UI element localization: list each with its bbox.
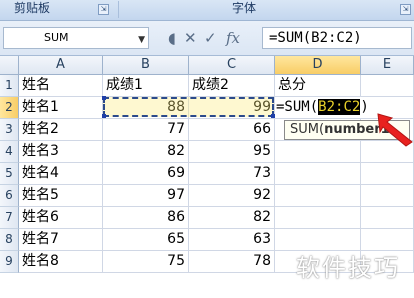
row-header[interactable]: 9 <box>0 251 19 273</box>
table-cell[interactable]: 92 <box>189 185 275 207</box>
cancel-icon[interactable]: ✕ <box>184 27 197 49</box>
name-box-value: SUM <box>44 31 69 44</box>
row-header[interactable]: 6 <box>0 185 19 207</box>
table-cell[interactable]: 66 <box>189 119 275 141</box>
row-header[interactable]: 5 <box>0 163 19 185</box>
table-cell[interactable]: 姓名4 <box>19 163 103 185</box>
ribbon-group-font: 字体 <box>232 1 257 15</box>
table-cell[interactable] <box>275 141 361 163</box>
table-cell[interactable]: 成绩1 <box>103 75 189 97</box>
range-handle[interactable] <box>271 114 275 118</box>
table-cell[interactable]: 姓名8 <box>19 251 103 273</box>
table-cell[interactable]: 姓名3 <box>19 141 103 163</box>
table-cell[interactable]: 78 <box>189 251 275 273</box>
table-cell[interactable] <box>275 163 361 185</box>
ribbon-separator <box>118 1 119 18</box>
table-cell[interactable]: 95 <box>189 141 275 163</box>
range-handle[interactable] <box>102 114 106 118</box>
edit-formula-prefix: =SUM( <box>276 99 319 115</box>
select-all-corner[interactable] <box>0 56 19 75</box>
table-cell[interactable] <box>275 185 361 207</box>
table-cell[interactable]: 总分 <box>275 75 361 97</box>
scroll-icon: ◖ <box>168 29 176 47</box>
table-cell[interactable]: 姓名5 <box>19 185 103 207</box>
table-cell[interactable]: 73 <box>189 163 275 185</box>
table-cell[interactable] <box>275 207 361 229</box>
table-cell[interactable]: 姓名1 <box>19 97 103 119</box>
row-header[interactable]: 1 <box>0 75 19 97</box>
table-cell[interactable]: 成绩2 <box>189 75 275 97</box>
row-header[interactable]: 4 <box>0 141 19 163</box>
dialog-launcher-icon[interactable]: ⇲ <box>98 4 109 15</box>
table-cell[interactable]: 75 <box>103 251 189 273</box>
edit-formula-range: B2:C2 <box>318 99 361 115</box>
chevron-down-icon[interactable]: ▼ <box>138 30 145 50</box>
reference-range-marquee <box>102 96 275 118</box>
row-header[interactable]: 3 <box>0 119 19 141</box>
table-cell[interactable] <box>361 75 414 97</box>
insert-function-icon[interactable]: fx <box>226 27 240 49</box>
column-header-e[interactable]: E <box>361 56 414 75</box>
column-header-a[interactable]: A <box>19 56 103 75</box>
column-header-c[interactable]: C <box>189 56 275 75</box>
range-handle[interactable] <box>102 96 106 100</box>
edit-formula-suffix: ) <box>360 99 369 115</box>
enter-icon[interactable]: ✓ <box>204 27 217 49</box>
table-cell[interactable]: 82 <box>189 207 275 229</box>
table-cell[interactable]: 82 <box>103 141 189 163</box>
row-header[interactable]: 7 <box>0 207 19 229</box>
name-box[interactable]: SUM ▼ <box>3 27 149 49</box>
formula-bar: SUM ▼ ◖ ✕ ✓ fx =SUM(B2:C2) <box>0 21 414 56</box>
formula-buttons: ◖ ✕ ✓ fx <box>168 27 256 49</box>
table-cell[interactable]: 77 <box>103 119 189 141</box>
table-cell[interactable]: 69 <box>103 163 189 185</box>
column-header-d[interactable]: D <box>275 56 361 75</box>
table-cell[interactable] <box>361 185 414 207</box>
table-cell[interactable]: 65 <box>103 229 189 251</box>
table-cell[interactable]: 97 <box>103 185 189 207</box>
table-cell[interactable]: 姓名7 <box>19 229 103 251</box>
arrow-shape <box>377 113 413 147</box>
watermark-text: 软件技巧 <box>296 254 400 282</box>
table-cell[interactable]: 63 <box>189 229 275 251</box>
column-header-b[interactable]: B <box>103 56 189 75</box>
ribbon: 剪贴板 ⇲ 字体 ⇲ <box>0 0 414 21</box>
dialog-launcher-icon[interactable]: ⇲ <box>400 4 411 15</box>
table-cell[interactable]: 86 <box>103 207 189 229</box>
row-header[interactable]: 8 <box>0 229 19 251</box>
table-cell[interactable]: 姓名2 <box>19 119 103 141</box>
ribbon-group-clipboard: 剪贴板 <box>14 1 51 15</box>
table-cell[interactable]: 姓名 <box>19 75 103 97</box>
tooltip-function: SUM( <box>290 122 325 137</box>
table-cell[interactable] <box>361 163 414 185</box>
table-cell[interactable] <box>361 207 414 229</box>
formula-input[interactable]: =SUM(B2:C2) <box>262 27 412 49</box>
row-header[interactable]: 2 <box>0 97 19 119</box>
pointer-arrow-icon <box>377 113 413 147</box>
table-cell[interactable]: 姓名6 <box>19 207 103 229</box>
